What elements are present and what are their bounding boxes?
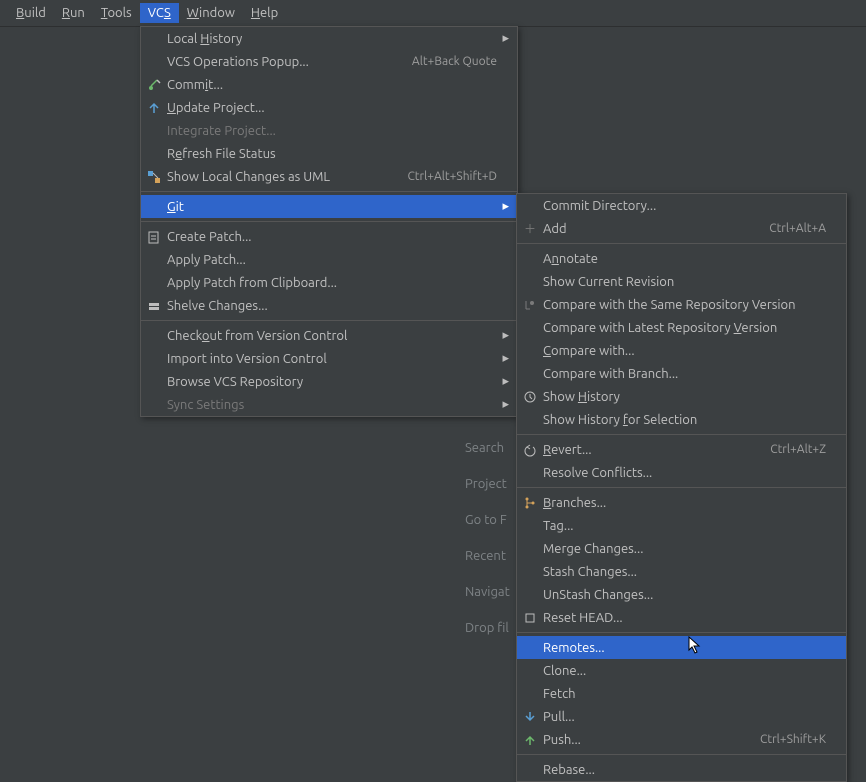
git-push[interactable]: Push...Ctrl+Shift+K — [517, 728, 846, 751]
vcs-apply-patch[interactable]: Apply Patch... — [141, 248, 517, 271]
menu-help[interactable]: Help — [243, 3, 286, 23]
git-show-current-revision[interactable]: Show Current Revision — [517, 270, 846, 293]
git-reset-head[interactable]: Reset HEAD... — [517, 606, 846, 629]
menu-window[interactable]: Window — [179, 3, 243, 23]
history-icon — [521, 390, 539, 404]
shelve-icon — [145, 299, 163, 313]
git-compare-branch[interactable]: Compare with Branch... — [517, 362, 846, 385]
revert-icon — [521, 443, 539, 457]
separator — [141, 320, 517, 321]
reset-icon — [521, 611, 539, 625]
git-fetch[interactable]: Fetch — [517, 682, 846, 705]
menu-vcs[interactable]: VCS — [140, 3, 179, 23]
separator — [517, 243, 846, 244]
vcs-sync-settings: Sync Settings▸ — [141, 393, 517, 416]
separator — [141, 191, 517, 192]
vcs-apply-patch-clipboard[interactable]: Apply Patch from Clipboard... — [141, 271, 517, 294]
vcs-local-changes-uml[interactable]: Show Local Changes as UMLCtrl+Alt+Shift+… — [141, 165, 517, 188]
separator — [517, 632, 846, 633]
pull-icon — [521, 710, 539, 724]
welcome-hints: Search Project Go to F Recent Navigat Dr… — [465, 430, 510, 646]
push-icon — [521, 733, 539, 747]
git-merge[interactable]: Merge Changes... — [517, 537, 846, 560]
uml-icon — [145, 170, 163, 184]
vcs-git[interactable]: Git▸ — [141, 195, 517, 218]
git-compare-with[interactable]: Compare with... — [517, 339, 846, 362]
vcs-create-patch[interactable]: Create Patch... — [141, 225, 517, 248]
separator — [517, 754, 846, 755]
vcs-browse[interactable]: Browse VCS Repository▸ — [141, 370, 517, 393]
menu-build[interactable]: Build — [8, 3, 54, 23]
git-show-history[interactable]: Show History — [517, 385, 846, 408]
vcs-local-history[interactable]: Local History▸ — [141, 27, 517, 50]
git-compare-latest[interactable]: Compare with Latest Repository Version — [517, 316, 846, 339]
git-compare-same[interactable]: Compare with the Same Repository Version — [517, 293, 846, 316]
git-annotate[interactable]: Annotate — [517, 247, 846, 270]
git-tag[interactable]: Tag... — [517, 514, 846, 537]
vcs-integrate: Integrate Project... — [141, 119, 517, 142]
git-pull[interactable]: Pull... — [517, 705, 846, 728]
menubar: Build Run Tools VCS Window Help — [0, 0, 866, 27]
vcs-menu: Local History▸ VCS Operations Popup...Al… — [140, 26, 518, 417]
git-clone[interactable]: Clone... — [517, 659, 846, 682]
separator — [517, 487, 846, 488]
git-rebase[interactable]: Rebase... — [517, 758, 846, 781]
vcs-import[interactable]: Import into Version Control▸ — [141, 347, 517, 370]
git-submenu: Commit Directory... ＋AddCtrl+Alt+A Annot… — [516, 193, 847, 782]
git-branches[interactable]: Branches... — [517, 491, 846, 514]
git-stash[interactable]: Stash Changes... — [517, 560, 846, 583]
add-icon: ＋ — [521, 220, 539, 237]
git-resolve-conflicts[interactable]: Resolve Conflicts... — [517, 461, 846, 484]
patch-icon — [145, 230, 163, 244]
vcs-shelve[interactable]: Shelve Changes... — [141, 294, 517, 317]
vcs-commit[interactable]: Commit... — [141, 73, 517, 96]
git-show-history-selection[interactable]: Show History for Selection — [517, 408, 846, 431]
diff-icon — [521, 298, 539, 312]
git-add[interactable]: ＋AddCtrl+Alt+A — [517, 217, 846, 240]
branch-icon — [521, 496, 539, 510]
vcs-checkout[interactable]: Checkout from Version Control▸ — [141, 324, 517, 347]
git-revert[interactable]: Revert...Ctrl+Alt+Z — [517, 438, 846, 461]
git-commit-directory[interactable]: Commit Directory... — [517, 194, 846, 217]
menu-run[interactable]: Run — [54, 3, 93, 23]
git-unstash[interactable]: UnStash Changes... — [517, 583, 846, 606]
vcs-ops-popup[interactable]: VCS Operations Popup...Alt+Back Quote — [141, 50, 517, 73]
commit-icon — [145, 78, 163, 92]
separator — [517, 434, 846, 435]
menu-tools[interactable]: Tools — [93, 3, 140, 23]
vcs-refresh[interactable]: Refresh File Status — [141, 142, 517, 165]
separator — [141, 221, 517, 222]
git-remotes[interactable]: Remotes... — [517, 636, 846, 659]
vcs-update[interactable]: Update Project... — [141, 96, 517, 119]
update-icon — [145, 101, 163, 115]
